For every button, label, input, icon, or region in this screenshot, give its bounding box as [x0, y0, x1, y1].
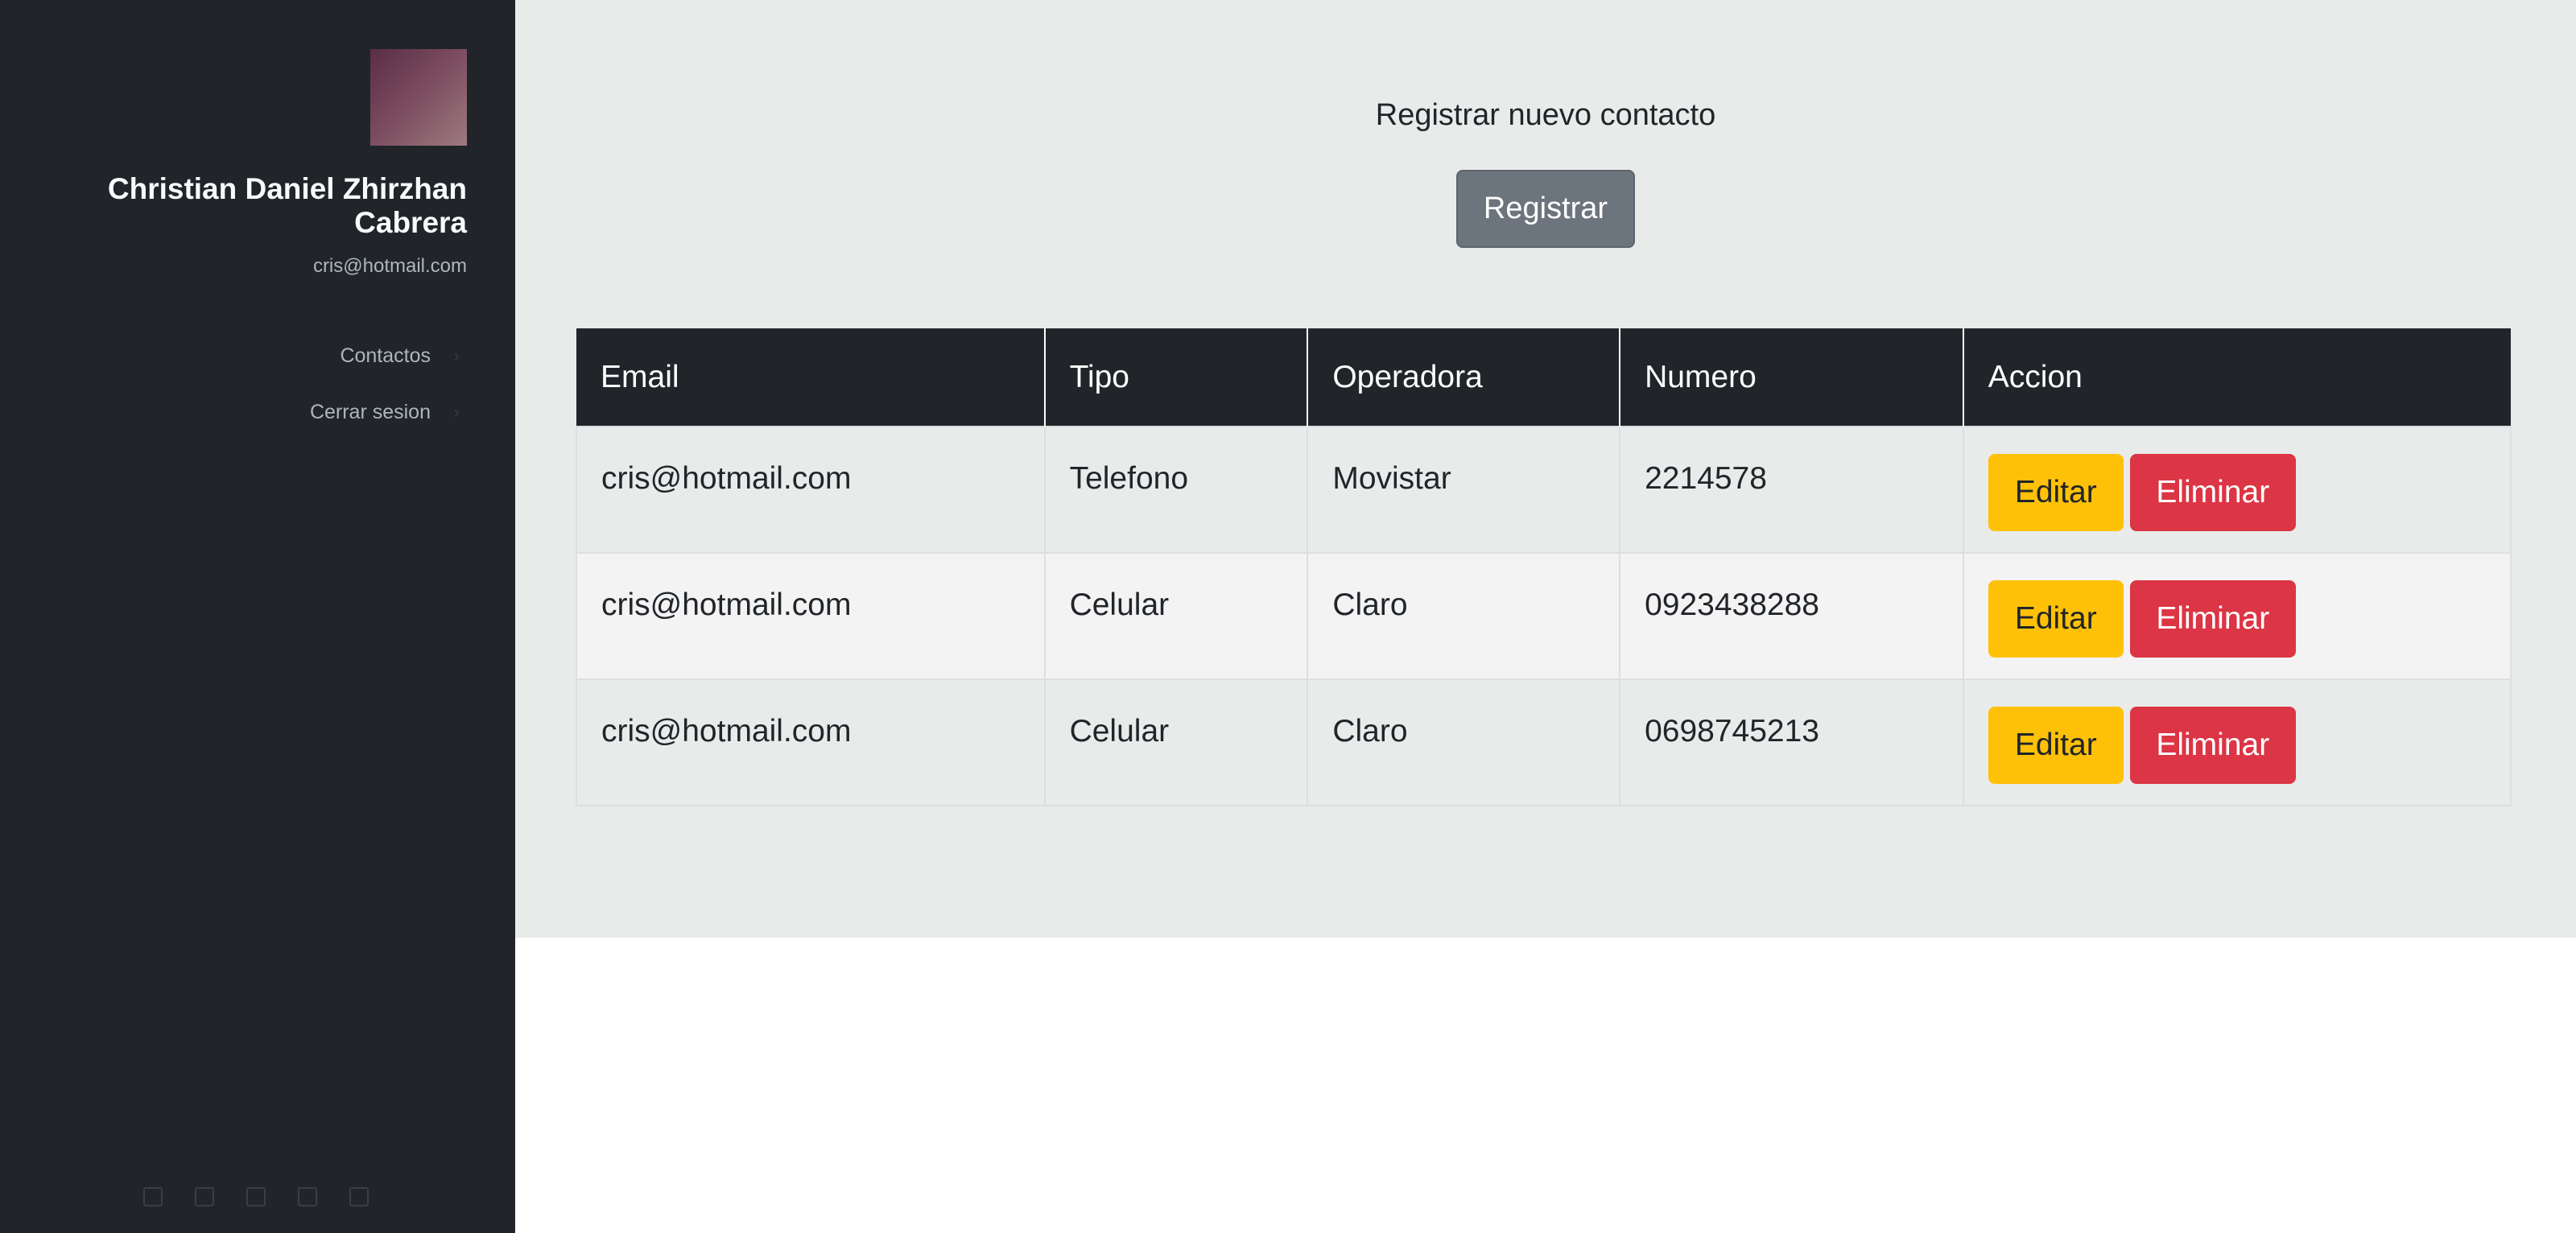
social-icon-5[interactable] [349, 1187, 369, 1206]
cell-actions: Editar Eliminar [1962, 678, 2512, 806]
register-button[interactable]: Registrar [1456, 170, 1635, 248]
edit-button[interactable]: Editar [1988, 580, 2124, 658]
table-header-row: Email Tipo Operadora Numero Accion [576, 328, 2511, 427]
social-icon-2[interactable] [195, 1187, 214, 1206]
column-header-email: Email [576, 328, 1045, 427]
profile-email: cris@hotmail.com [312, 255, 467, 277]
cell-tipo: Telefono [1043, 426, 1309, 554]
chevron-icon: › [453, 402, 460, 422]
cell-numero: 0698745213 [1619, 678, 1964, 806]
column-header-operadora: Operadora [1307, 328, 1620, 427]
delete-button[interactable]: Eliminar [2129, 580, 2296, 658]
cell-operadora: Claro [1307, 552, 1621, 680]
profile-name: Christian Daniel Zhirzhan Cabrera [107, 172, 467, 239]
cell-email: cris@hotmail.com [576, 678, 1046, 806]
edit-button[interactable]: Editar [1988, 707, 2124, 784]
cell-email: cris@hotmail.com [576, 552, 1046, 680]
cell-email: cris@hotmail.com [576, 426, 1046, 554]
chevron-icon: › [453, 345, 460, 365]
social-icon-4[interactable] [298, 1187, 317, 1206]
edit-button[interactable]: Editar [1988, 454, 2124, 531]
nav-item-cerrar-sesion[interactable]: Cerrar sesion [109, 400, 431, 424]
contacts-table: Email Tipo Operadora Numero Accion cris@… [576, 328, 2512, 806]
cell-actions: Editar Eliminar [1962, 552, 2512, 680]
cell-numero: 2214578 [1619, 426, 1964, 554]
delete-button[interactable]: Eliminar [2129, 454, 2296, 531]
delete-button[interactable]: Eliminar [2129, 707, 2296, 784]
social-icon-1[interactable] [143, 1187, 163, 1206]
table-row: cris@hotmail.com Celular Claro 069874521… [576, 678, 2512, 806]
cell-tipo: Celular [1043, 678, 1309, 806]
cell-actions: Editar Eliminar [1962, 426, 2512, 554]
table-row: cris@hotmail.com Telefono Movistar 22145… [576, 426, 2512, 554]
page-heading: Registrar nuevo contacto [1375, 98, 1716, 132]
main-content: Registrar nuevo contacto Registrar Email… [515, 0, 2576, 938]
cell-numero: 0923438288 [1619, 552, 1964, 680]
nav-item-contactos[interactable]: Contactos [109, 344, 431, 368]
column-header-tipo: Tipo [1043, 328, 1308, 427]
column-header-accion: Accion [1962, 328, 2511, 427]
cell-operadora: Claro [1307, 678, 1621, 806]
avatar [370, 49, 467, 146]
table-row: cris@hotmail.com Celular Claro 092343828… [576, 552, 2512, 680]
social-icon-3[interactable] [246, 1187, 266, 1206]
sidebar: Christian Daniel Zhirzhan Cabrera cris@h… [0, 0, 515, 1233]
column-header-numero: Numero [1619, 328, 1963, 427]
cell-operadora: Movistar [1307, 426, 1621, 554]
cell-tipo: Celular [1043, 552, 1309, 680]
